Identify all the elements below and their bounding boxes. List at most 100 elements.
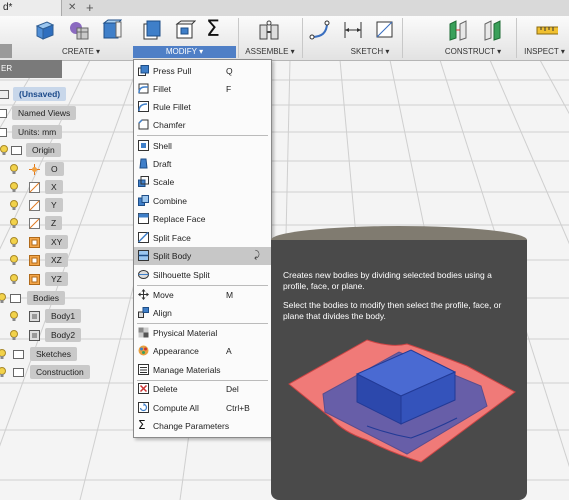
folder-icon [0, 109, 7, 118]
inspect-menu[interactable]: INSPECT ▾ [520, 46, 569, 58]
stop-sketch-icon[interactable] [374, 19, 396, 41]
close-tab-icon[interactable]: ✕ [68, 2, 76, 13]
menu-item-rule-fillet[interactable]: Rule Fillet [134, 98, 271, 116]
visibility-bulb-icon[interactable] [10, 330, 18, 340]
menu-item-split-face[interactable]: Split Face [134, 229, 271, 247]
arc-icon[interactable] [309, 19, 331, 41]
browser-axis-y[interactable]: Y [0, 197, 66, 213]
fillet-icon [138, 83, 149, 94]
browser-sketches[interactable]: Sketches [0, 346, 80, 362]
form-icon[interactable] [68, 19, 90, 41]
offset-plane-icon[interactable] [448, 19, 470, 41]
mouse-cursor-icon: ⤸ [254, 250, 260, 261]
menu-item-fillet[interactable]: Fillet F [134, 80, 271, 98]
menu-item-combine[interactable]: Combine [134, 192, 271, 210]
measure-icon[interactable] [536, 19, 558, 41]
visibility-bulb-icon[interactable] [10, 164, 18, 174]
browser-construction[interactable]: Construction [0, 364, 94, 380]
browser-plane-xz[interactable]: XZ [0, 252, 72, 268]
menu-item-chamfer[interactable]: Chamfer [134, 116, 271, 134]
menu-item-compute-all[interactable]: Compute All Ctrl+B [134, 399, 271, 417]
visibility-bulb-icon[interactable] [10, 218, 18, 228]
visibility-bulb-icon[interactable] [10, 274, 18, 284]
visibility-bulb-icon[interactable] [0, 349, 6, 359]
extrude-icon[interactable] [100, 19, 122, 41]
axis-icon [29, 182, 40, 193]
align-icon [138, 307, 149, 318]
press-pull-icon[interactable] [141, 19, 163, 41]
browser-header[interactable]: ER [0, 60, 62, 78]
delete-icon [138, 383, 149, 394]
modify-dropdown: Press Pull Q Fillet F Rule Fillet Chamfe… [133, 59, 272, 438]
menu-item-change-parameters[interactable]: Σ Change Parameters [134, 417, 271, 435]
dimension-icon[interactable] [342, 19, 364, 41]
folder-icon [11, 146, 22, 155]
assemble-menu[interactable]: ASSEMBLE ▾ [240, 46, 300, 58]
visibility-bulb-icon[interactable] [10, 311, 18, 321]
menu-item-silhouette-split[interactable]: Silhouette Split [134, 266, 271, 284]
browser-bodies[interactable]: Bodies [0, 290, 72, 306]
sketch-menu[interactable]: SKETCH ▾ [340, 46, 400, 58]
browser-named-views[interactable]: Named Views [0, 105, 80, 121]
browser-root[interactable]: (Unsaved) [0, 86, 72, 102]
new-tab-icon[interactable]: + [86, 0, 94, 16]
draft-icon [139, 158, 148, 169]
menu-item-manage-materials[interactable]: Manage Materials [134, 361, 271, 379]
visibility-bulb-icon[interactable] [0, 367, 6, 377]
box-icon[interactable] [34, 19, 56, 41]
folder-icon [13, 368, 24, 377]
visibility-bulb-icon[interactable] [10, 237, 18, 247]
browser-axis-x[interactable]: X [0, 179, 66, 195]
menu-item-scale[interactable]: Scale [134, 173, 271, 191]
rule-fillet-icon [138, 101, 149, 112]
document-tab[interactable]: d* [0, 0, 62, 16]
compute-all-icon [138, 402, 149, 413]
browser-plane-xy[interactable]: XY [0, 234, 72, 250]
visibility-bulb-icon[interactable] [10, 182, 18, 192]
browser-origin[interactable]: Origin [0, 142, 72, 158]
menu-item-physical-material[interactable]: Physical Material [134, 324, 271, 342]
sigma-icon[interactable]: Σ [206, 19, 228, 41]
split-face-icon [138, 232, 149, 243]
move-icon [138, 289, 149, 300]
menu-item-shell[interactable]: Shell [134, 137, 271, 155]
combine-icon [138, 195, 149, 206]
visibility-bulb-icon[interactable] [10, 255, 18, 265]
shell-icon[interactable] [174, 19, 196, 41]
create-menu[interactable]: CREATE ▾ [50, 46, 112, 58]
toolbar: CREATE ▾ Σ MODIFY ▾ ASSEMBLE ▾ SKETCH ▾ … [0, 16, 569, 61]
silhouette-split-icon [138, 270, 149, 279]
manage-materials-icon [138, 364, 149, 375]
midplane-icon[interactable] [482, 19, 504, 41]
menu-item-replace-face[interactable]: Replace Face [134, 210, 271, 228]
document-tab-strip: d* ✕ + [0, 0, 569, 17]
menu-item-delete[interactable]: Delete Del [134, 380, 271, 398]
modify-menu[interactable]: MODIFY ▾ [133, 46, 236, 58]
sigma-icon: Σ [138, 418, 146, 432]
visibility-bulb-icon[interactable] [0, 293, 6, 303]
browser-body1[interactable]: Body1 [0, 308, 86, 324]
plane-icon [29, 255, 40, 266]
browser-plane-yz[interactable]: YZ [0, 271, 72, 287]
workspace-switcher[interactable] [0, 44, 12, 58]
document-tab-title: d* [3, 2, 13, 13]
visibility-bulb-icon[interactable] [10, 200, 18, 210]
visibility-bulb-icon[interactable] [0, 145, 8, 155]
menu-item-move[interactable]: Move M [134, 286, 271, 304]
menu-item-align[interactable]: Align [134, 304, 271, 322]
browser-body2[interactable]: Body2 [0, 327, 86, 343]
appearance-icon [138, 345, 149, 356]
axis-icon [29, 200, 40, 211]
document-settings-icon [0, 128, 7, 137]
menu-item-draft[interactable]: Draft [134, 155, 271, 173]
browser-axis-z[interactable]: Z [0, 215, 66, 231]
joint-icon[interactable] [258, 19, 280, 41]
menu-item-press-pull[interactable]: Press Pull Q [134, 62, 271, 80]
plane-icon [29, 274, 40, 285]
menu-item-appearance[interactable]: Appearance A [134, 342, 271, 360]
menu-item-split-body[interactable]: Split Body ⤸ [134, 247, 271, 265]
construct-menu[interactable]: CONSTRUCT ▾ [440, 46, 506, 58]
physical-material-icon [138, 327, 149, 338]
browser-units[interactable]: Units: mm [0, 124, 72, 140]
browser-origin-point[interactable]: O [0, 161, 66, 177]
